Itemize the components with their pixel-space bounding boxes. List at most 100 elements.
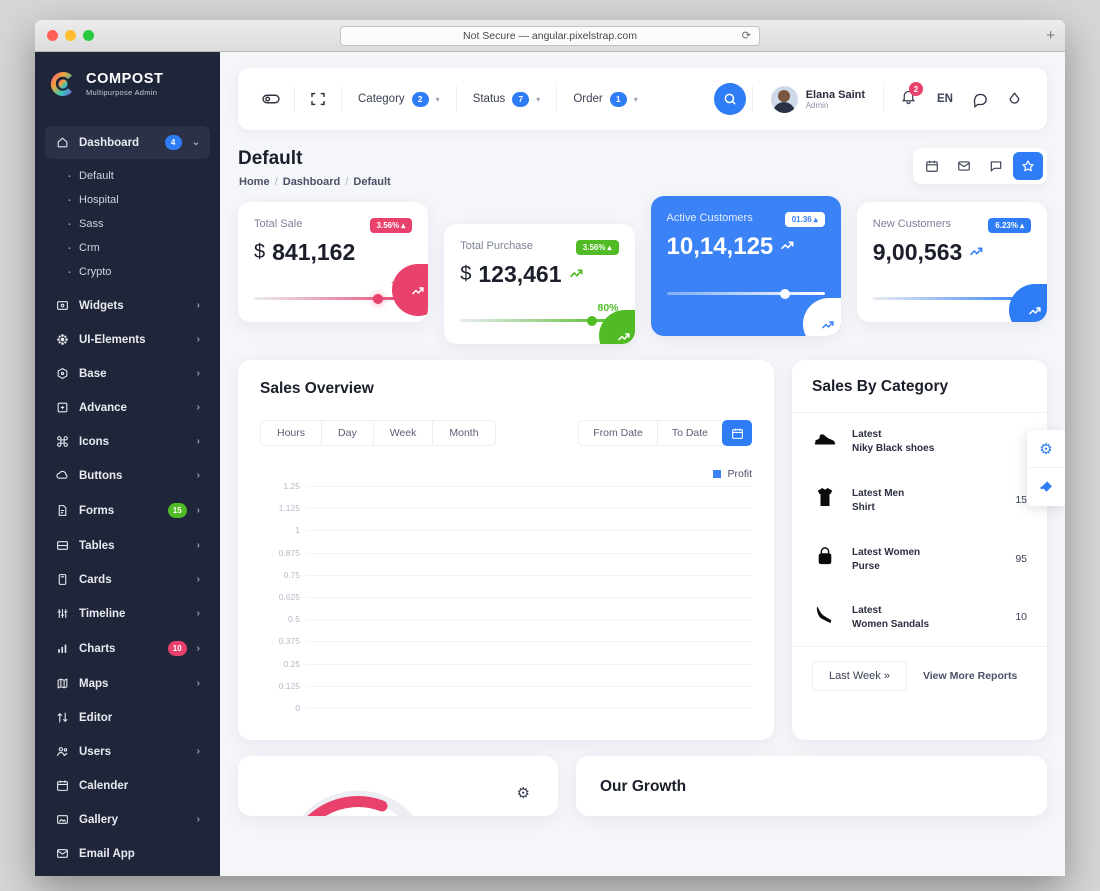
sidebar-item-timeline[interactable]: Timeline › [45,598,210,629]
notifications-button[interactable]: 2 [890,82,927,110]
sales-overview-title: Sales Overview [260,380,374,397]
sidebar-item-charts[interactable]: Charts 10 › [45,632,210,665]
sidebar-subitem-sass[interactable]: Sass [67,212,210,236]
from-date-input[interactable]: From Date [578,420,657,446]
chevron-icon: › [196,746,200,757]
minimize-window-button[interactable] [65,30,76,41]
sidebar-subitem-crypto[interactable]: Crypto [67,260,210,284]
gear-icon[interactable]: ⚙ [517,784,530,802]
last-week-button[interactable]: Last Week » [812,661,907,691]
bookmark-button[interactable] [1013,152,1043,180]
chat-icon[interactable] [963,82,997,116]
sidebar-item-buttons[interactable]: Buttons › [45,460,210,491]
sidebar-item-widgets[interactable]: Widgets › [45,290,210,321]
reload-icon[interactable]: ⟳ [742,29,751,42]
mail-button[interactable] [949,152,979,180]
sidebar-item-calender[interactable]: Calender [45,770,210,801]
y-axis-tick: 0.25 [283,658,300,669]
sales-by-category-title: Sales By Category [812,378,949,395]
stat-percent [822,275,825,287]
filter-status[interactable]: Status 7 ▾ [463,91,551,107]
sidebar-item-icons[interactable]: Icons › [45,426,210,457]
range-tab-hours[interactable]: Hours [261,421,323,445]
stat-card-total-sale: Total Sale3.56% ▴$841,16275% [238,202,429,322]
range-tab-week[interactable]: Week [374,421,434,445]
sidebar-item-email-app[interactable]: Email App [45,838,210,869]
progress-knob[interactable] [586,315,597,326]
gear-icon[interactable]: ⚙ [1027,430,1065,468]
sidebar-item-base[interactable]: Base › [45,358,210,389]
maximize-window-button[interactable] [83,30,94,41]
sidebar-subitem-crm[interactable]: Crm [67,236,210,260]
breadcrumb-dashboard[interactable]: Dashboard [283,176,340,188]
widgets-icon [55,299,69,312]
breadcrumb-home[interactable]: Home [239,176,270,188]
progress-track[interactable] [254,293,413,304]
filter-status-label: Status [472,93,506,105]
filter-category[interactable]: Category 2 ▾ [348,91,450,107]
range-tab-month[interactable]: Month [433,421,494,445]
calendar-button[interactable] [917,152,947,180]
progress-track[interactable] [872,293,1031,304]
close-window-button[interactable] [47,30,58,41]
category-row[interactable]: Latest Women Sandals 10 [792,588,1047,646]
category-row[interactable]: Latest Niky Black shoes [792,413,1047,470]
language-selector[interactable]: EN [927,93,963,105]
chevron-icon: › [196,814,200,825]
date-picker-button[interactable] [722,420,752,446]
category-row[interactable]: Latest Women Purse 95 [792,530,1047,588]
category-line2: Women Sandals [852,618,930,630]
to-date-input[interactable]: To Date [656,420,722,446]
mode-icon[interactable] [997,82,1031,116]
sidebar-toggle-icon[interactable] [254,82,288,116]
page-title: Default [238,148,303,169]
sidebar-item-forms[interactable]: Forms 15 › [45,494,210,527]
stat-card-new-customers: New Customers 6.23% ▴ 9,00,563 [856,202,1047,322]
chevron-icon: › [196,300,200,311]
y-axis-tick: 0.5 [288,614,300,625]
sidebar-item-label: Base [79,367,107,380]
gauge-card: ⚙ [238,756,558,816]
address-bar[interactable]: Not Secure — angular.pixelstrap.com ⟳ [340,25,760,46]
sidebar-item-label: Cards [79,573,112,586]
new-tab-button[interactable]: + [1046,27,1055,44]
url-text: Not Secure — angular.pixelstrap.com [463,29,637,42]
stat-card-total-purchase: Total Purchase 3.56% ▴ $123,461 80% [444,224,635,344]
progress-knob[interactable] [780,288,791,299]
range-tab-day[interactable]: Day [322,421,374,445]
stat-change-badge: 3.56% ▴ [575,240,619,255]
sidebar-item-advance[interactable]: Advance › [45,392,210,423]
stat-value: 9,00,563 [873,239,1031,266]
sidebar-subitem-hospital[interactable]: Hospital [67,188,210,212]
user-menu[interactable]: Elana Saint Admin [759,85,877,113]
trend-line-icon [569,266,585,284]
sidebar-item-ui-elements[interactable]: UI-Elements › [45,324,210,355]
progress-track[interactable] [666,288,825,299]
chat-button[interactable] [981,152,1011,180]
window-controls[interactable] [35,30,94,41]
purse-icon [812,546,838,572]
paint-bucket-icon[interactable] [1027,468,1065,506]
fullscreen-icon[interactable] [301,82,335,116]
view-more-reports-link[interactable]: View More Reports [923,670,1017,682]
trend-up-icon: ▴ [607,243,612,252]
gallery-icon [55,813,69,826]
stat-value: $123,461 [460,261,618,288]
brand[interactable]: COMPOST Multipurpose Admin [35,52,220,116]
filter-order[interactable]: Order 1 ▾ [563,91,647,107]
sidebar-item-dashboard[interactable]: Dashboard 4 ⌄ [45,126,210,159]
category-row[interactable]: Latest Men Shirt 15 [792,470,1047,530]
sidebar-item-label: Forms [79,504,115,517]
sidebar-item-users[interactable]: Users › [45,736,210,767]
progress-knob[interactable] [372,293,383,304]
sidebar-item-gallery[interactable]: Gallery › [45,804,210,835]
sidebar-item-cards[interactable]: Cards › [45,564,210,595]
sidebar-item-maps[interactable]: Maps › [45,668,210,699]
divider [294,86,295,112]
sidebar-item-editor[interactable]: Editor [45,702,210,733]
search-button[interactable] [713,83,746,115]
sidebar-subitem-default[interactable]: Default [67,164,210,188]
progress-track[interactable] [460,315,619,326]
sidebar-item-tables[interactable]: Tables › [45,530,210,561]
sidebar: COMPOST Multipurpose Admin Dashboard 4 ⌄ De… [35,52,220,876]
